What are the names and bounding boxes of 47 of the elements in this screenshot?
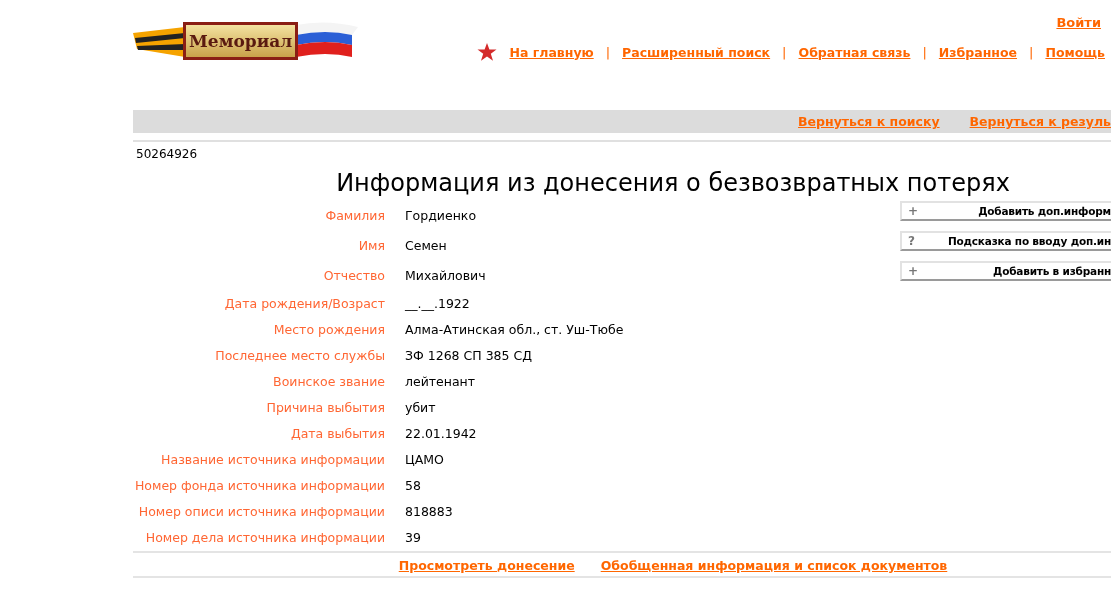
field-label: Фамилия: [324, 207, 385, 225]
nav-link[interactable]: На главную: [509, 44, 594, 60]
nav-separator: |: [922, 44, 927, 60]
field-value: Алма-Атинская обл., ст. Уш-Тюбе: [405, 321, 624, 339]
field-label: Место рождения: [272, 321, 385, 339]
record-id: 50264926: [136, 147, 199, 161]
page-title: Информация из донесения о безвозвратных потерях: [335, 169, 1011, 197]
field-label: Отчество: [322, 267, 385, 285]
field-value: лейтенант: [405, 373, 477, 391]
nav-link[interactable]: Обратная связь: [798, 44, 911, 60]
field-label: Название источника информации: [160, 451, 385, 469]
footer-link[interactable]: Просмотреть донесение: [398, 558, 575, 573]
back-link[interactable]: Вернуться к резуль: [969, 114, 1111, 129]
field-value: ЗФ 1268 СП 385 СД: [405, 347, 533, 365]
logo-text: Мемориал: [183, 22, 299, 60]
field-value: __.__.1922: [405, 295, 471, 313]
field-label: Дата рождения/Возраст: [223, 295, 385, 313]
field-value: Гордиенко: [405, 207, 478, 225]
login-link[interactable]: Войти: [1056, 15, 1101, 30]
nav-link[interactable]: Помощь: [1045, 44, 1105, 60]
field-value: 22.01.1942: [405, 425, 478, 443]
field-label: Номер дела источника информации: [144, 529, 385, 547]
star-icon: [477, 42, 498, 62]
footer-link[interactable]: Обобщенная информация и список документов: [600, 558, 948, 573]
field-label: Номер фонда источника информации: [133, 477, 385, 495]
back-link[interactable]: Вернуться к поиску: [798, 114, 940, 129]
field-label: Номер описи источника информации: [137, 503, 385, 521]
field-value: ЦАМО: [405, 451, 445, 469]
field-value: Семен: [405, 237, 448, 255]
nav-separator: |: [605, 44, 611, 60]
field-value: 39: [405, 529, 422, 547]
nav-link[interactable]: Избранное: [938, 44, 1018, 60]
field-value: 818883: [405, 503, 454, 521]
field-label: Последнее место службы: [214, 347, 385, 365]
field-label: Причина выбытия: [265, 399, 385, 417]
field-value: 58: [405, 477, 422, 495]
field-label: Воинское звание: [272, 373, 385, 391]
action-button[interactable]: + Добавить в избранн: [900, 261, 1111, 281]
action-button[interactable]: + Добавить доп.информ: [900, 201, 1111, 221]
field-label: Имя: [357, 237, 385, 255]
field-value: убит: [405, 399, 437, 417]
nav-separator: |: [1029, 44, 1034, 60]
action-button[interactable]: ? Подсказка по вводу доп.ин: [900, 231, 1111, 251]
field-value: Михайлович: [405, 267, 487, 285]
field-label: Дата выбытия: [289, 425, 385, 443]
nav-link[interactable]: Расширенный поиск: [622, 44, 771, 60]
nav-separator: |: [782, 44, 787, 60]
